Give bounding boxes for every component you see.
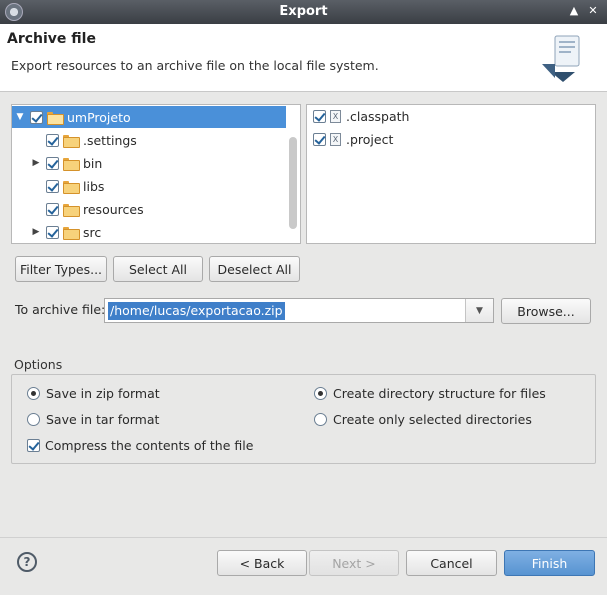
tree-scrollbar-thumb[interactable] bbox=[289, 137, 297, 229]
file-list[interactable]: X .classpath X .project bbox=[306, 104, 596, 244]
finish-button[interactable]: Finish bbox=[504, 550, 595, 576]
tree-item-label: src bbox=[83, 224, 102, 240]
expand-down-icon[interactable]: ▼ bbox=[14, 112, 26, 122]
archive-file-input[interactable]: /home/lucas/exportacao.zip bbox=[108, 302, 285, 320]
archive-file-label: To archive file: bbox=[15, 302, 106, 317]
compress-label: Compress the contents of the file bbox=[45, 438, 254, 453]
tree-item-settings[interactable]: .settings bbox=[30, 129, 137, 151]
tree-root-checkbox[interactable] bbox=[30, 110, 43, 124]
checkbox-icon[interactable] bbox=[27, 439, 40, 452]
next-button[interactable]: Next > bbox=[309, 550, 399, 576]
compress-checkbox[interactable]: Compress the contents of the file bbox=[27, 438, 253, 453]
tree-item-checkbox[interactable] bbox=[46, 202, 59, 216]
file-item-project[interactable]: X .project bbox=[309, 128, 393, 150]
filter-types-button[interactable]: Filter Types... bbox=[15, 256, 107, 282]
tree-item-checkbox[interactable] bbox=[46, 179, 59, 193]
page-title: Archive file bbox=[7, 31, 96, 47]
resource-tree[interactable]: ▼ umProjeto .settings ▶ bin libs resourc… bbox=[11, 104, 301, 244]
x-file-icon: X bbox=[330, 132, 341, 146]
folder-icon bbox=[63, 226, 80, 240]
zip-format-radio[interactable]: Save in zip format bbox=[27, 386, 160, 401]
x-file-icon: X bbox=[330, 109, 341, 123]
tree-item-label: libs bbox=[83, 178, 105, 194]
folder-icon bbox=[63, 180, 80, 194]
window-title: Export bbox=[279, 4, 328, 19]
footer-divider bbox=[0, 537, 607, 538]
file-item-label: .classpath bbox=[346, 108, 410, 124]
tar-format-radio[interactable]: Save in tar format bbox=[27, 412, 159, 427]
tree-item-checkbox[interactable] bbox=[46, 133, 59, 147]
file-item-checkbox[interactable] bbox=[313, 132, 326, 146]
tree-item-label: resources bbox=[83, 201, 144, 217]
browse-button[interactable]: Browse... bbox=[501, 298, 591, 324]
tree-item-resources[interactable]: resources bbox=[30, 198, 144, 220]
selected-only-radio[interactable]: Create only selected directories bbox=[314, 412, 532, 427]
select-all-button[interactable]: Select All bbox=[113, 256, 203, 282]
tree-item-label: bin bbox=[83, 155, 103, 171]
expand-right-icon[interactable]: ▶ bbox=[30, 158, 42, 168]
radio-icon[interactable] bbox=[314, 413, 327, 426]
create-structure-radio[interactable]: Create directory structure for files bbox=[314, 386, 546, 401]
file-item-label: .project bbox=[346, 131, 394, 147]
radio-selected-icon[interactable] bbox=[314, 387, 327, 400]
project-folder-icon bbox=[47, 111, 64, 125]
file-item-checkbox[interactable] bbox=[313, 109, 326, 123]
close-icon[interactable]: ✕ bbox=[586, 4, 600, 18]
create-structure-label: Create directory structure for files bbox=[333, 386, 546, 401]
tree-item-label: .settings bbox=[83, 132, 137, 148]
tree-item-checkbox[interactable] bbox=[46, 156, 59, 170]
page-description: Export resources to an archive file on t… bbox=[11, 58, 379, 73]
wizard-header: Archive file Export resources to an arch… bbox=[0, 24, 607, 92]
expand-right-icon[interactable]: ▶ bbox=[30, 227, 42, 237]
selected-only-label: Create only selected directories bbox=[333, 412, 532, 427]
tree-root-item[interactable]: ▼ umProjeto bbox=[12, 106, 286, 128]
tree-item-libs[interactable]: libs bbox=[30, 175, 104, 197]
help-icon[interactable]: ? bbox=[17, 552, 37, 572]
chevron-down-icon[interactable]: ▼ bbox=[465, 299, 493, 322]
cancel-button[interactable]: Cancel bbox=[406, 550, 497, 576]
radio-icon[interactable] bbox=[27, 413, 40, 426]
folder-icon bbox=[63, 157, 80, 171]
deselect-all-button[interactable]: Deselect All bbox=[209, 256, 300, 282]
tree-item-checkbox[interactable] bbox=[46, 225, 59, 239]
back-button[interactable]: < Back bbox=[217, 550, 307, 576]
folder-icon bbox=[63, 134, 80, 148]
archive-file-combo[interactable]: /home/lucas/exportacao.zip ▼ bbox=[104, 298, 494, 323]
tar-format-label: Save in tar format bbox=[46, 412, 160, 427]
archive-wizard-icon bbox=[542, 35, 580, 82]
tree-item-src[interactable]: ▶ src bbox=[30, 221, 101, 243]
maximize-icon[interactable]: ▲ bbox=[567, 4, 581, 18]
options-label: Options bbox=[14, 357, 63, 372]
folder-icon bbox=[63, 203, 80, 217]
title-bar: Export ▲ ✕ bbox=[0, 0, 607, 24]
tree-item-bin[interactable]: ▶ bin bbox=[30, 152, 102, 174]
radio-selected-icon[interactable] bbox=[27, 387, 40, 400]
tree-root-label: umProjeto bbox=[67, 109, 131, 125]
zip-format-label: Save in zip format bbox=[46, 386, 160, 401]
file-item-classpath[interactable]: X .classpath bbox=[309, 105, 409, 127]
